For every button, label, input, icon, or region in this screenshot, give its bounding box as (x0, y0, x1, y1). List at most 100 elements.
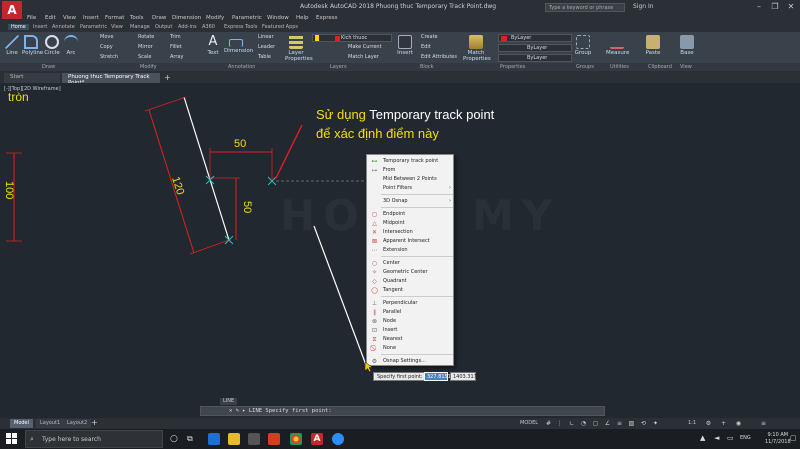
scale-button[interactable]: Scale (138, 54, 151, 60)
menu-item-none[interactable]: ⃠ None (367, 344, 455, 353)
panel-title-draw[interactable]: Draw (42, 64, 55, 70)
menu-draw[interactable]: Draw (152, 15, 166, 21)
tab-addins[interactable]: Add-ins (178, 24, 197, 30)
layout-tab-layout1[interactable]: Layout1 (36, 419, 65, 428)
selection-cycling-icon[interactable]: ⟲ (640, 420, 647, 427)
tab-annotate[interactable]: Annotate (52, 24, 75, 30)
volume-icon[interactable]: ◄ (714, 434, 719, 442)
settings-gear-icon[interactable]: ⚙ (705, 420, 712, 427)
panel-title-properties[interactable]: Properties (500, 64, 525, 70)
tab-current-drawing[interactable]: Phuong thuc Temporary Track Point* (62, 73, 160, 86)
tab-view[interactable]: View (111, 24, 123, 30)
close-icon[interactable]: ✕ (784, 1, 798, 12)
menu-help[interactable]: Help (296, 15, 309, 21)
menu-view[interactable]: View (63, 15, 76, 21)
menu-window[interactable]: Window (267, 15, 289, 21)
array-button[interactable]: Array (170, 54, 183, 60)
panel-title-clipboard[interactable]: Clipboard (648, 64, 672, 70)
command-line[interactable]: ✕ ✎ ▸ LINE Specify first point: (200, 406, 605, 416)
dynamic-input-y[interactable]: 1403.3179 (450, 372, 480, 381)
arc-button[interactable]: Arc (64, 35, 78, 56)
rotate-button[interactable]: Rotate (138, 34, 154, 40)
dimension-button[interactable]: Dimension (224, 35, 253, 54)
menu-item-parallel[interactable]: ∥ Parallel (367, 308, 455, 317)
menu-parametric[interactable]: Parametric (232, 15, 262, 21)
search-input[interactable]: Type a keyword or phrase (545, 3, 625, 12)
menu-dimension[interactable]: Dimension (172, 15, 201, 21)
taskbar-search-input[interactable]: ⌕ Type here to search (25, 430, 163, 448)
panel-title-annotation[interactable]: Annotation (228, 64, 255, 70)
battery-icon[interactable]: ▭ (727, 434, 734, 442)
autocad-taskbar-icon[interactable]: A (311, 433, 323, 445)
lineweight-dropdown[interactable]: ByLayer (498, 54, 572, 62)
linetype-dropdown[interactable]: ByLayer (498, 44, 572, 52)
tab-insert[interactable]: Insert (33, 24, 47, 30)
make-current-button[interactable]: Make Current (348, 44, 382, 50)
edit-block-button[interactable]: Edit (421, 44, 431, 50)
minimize-icon[interactable]: – (752, 1, 766, 12)
insert-block-button[interactable]: Insert (397, 35, 413, 56)
move-button[interactable]: Move (100, 34, 113, 40)
edit-attributes-button[interactable]: Edit Attributes (421, 54, 457, 60)
chrome-icon[interactable] (290, 433, 302, 445)
menu-item-point-filters[interactable]: Point Filters › (367, 184, 455, 193)
store-icon[interactable] (248, 433, 260, 445)
scale-display[interactable]: 1:1 (688, 420, 696, 426)
match-properties-button[interactable]: Match Properties (463, 35, 491, 62)
tab-start[interactable]: Start (4, 73, 60, 83)
menu-insert[interactable]: Insert (83, 15, 99, 21)
annotation-icon[interactable]: ✦ (652, 420, 659, 427)
linear-dropdown[interactable]: Linear (258, 34, 274, 40)
office-icon[interactable] (268, 433, 280, 445)
group-button[interactable]: Group (574, 35, 592, 56)
match-layer-button[interactable]: Match Layer (348, 54, 379, 60)
line-button[interactable]: Line (5, 35, 19, 56)
layout-tab-layout2[interactable]: Layout2 (63, 419, 92, 428)
menu-item-apparent-intersect[interactable]: ⊠ Apparent Intersect (367, 237, 455, 246)
menu-item-intersection[interactable]: ✕ Intersection (367, 228, 455, 237)
tab-output[interactable]: Output (155, 24, 172, 30)
mirror-button[interactable]: Mirror (138, 44, 153, 50)
menu-item-center[interactable]: ○ Center (367, 259, 455, 268)
menu-item-mid-between-2-points[interactable]: Mid Between 2 Points (367, 175, 455, 184)
menu-item-from[interactable]: ↦ From (367, 166, 455, 175)
menu-file[interactable]: File (27, 15, 36, 21)
base-view-button[interactable]: Base (680, 35, 694, 56)
panel-title-view[interactable]: View (680, 64, 692, 70)
panel-title-modify[interactable]: Modify (140, 64, 157, 70)
snap-icon[interactable]: ⋮ (556, 420, 563, 427)
menu-item-osnap-settings[interactable]: ⚙ Osnap Settings... (367, 357, 455, 366)
panel-title-block[interactable]: Block (420, 64, 434, 70)
stretch-button[interactable]: Stretch (100, 54, 118, 60)
leader-dropdown[interactable]: Leader (258, 44, 275, 50)
menu-express[interactable]: Express (316, 15, 337, 21)
panel-title-layers[interactable]: Layers (330, 64, 347, 70)
grid-icon[interactable]: # (545, 420, 552, 427)
notifications-icon[interactable]: ▢ (790, 434, 797, 442)
menu-tools[interactable]: Tools (130, 15, 144, 21)
ortho-icon[interactable]: ∟ (568, 420, 575, 427)
polar-icon[interactable]: ◔ (580, 420, 587, 427)
tab-parametric[interactable]: Parametric (80, 24, 107, 30)
create-block-button[interactable]: Create (421, 34, 438, 40)
lineweight-icon[interactable]: ≡ (616, 420, 623, 427)
menu-item-nearest[interactable]: ⧖ Nearest (367, 335, 455, 344)
plus-icon[interactable]: + (720, 420, 727, 427)
menu-item-geometric-center[interactable]: ✧ Geometric Center (367, 268, 455, 277)
color-dropdown[interactable]: ByLayer (498, 34, 572, 42)
cortana-icon[interactable]: ○ (170, 434, 178, 444)
workspace-icon[interactable]: ◉ (735, 420, 742, 427)
dynamic-input-x[interactable]: 327.8151 (424, 372, 451, 381)
menu-item-quadrant[interactable]: ◇ Quadrant (367, 277, 455, 286)
table-button[interactable]: Table (258, 54, 271, 60)
paste-button[interactable]: Paste (645, 35, 661, 56)
edge-icon[interactable] (208, 433, 220, 445)
layer-dropdown[interactable]: Kich thuoc (312, 34, 392, 42)
model-space-toggle[interactable]: MODEL (520, 420, 538, 426)
measure-button[interactable]: Measure (606, 35, 629, 56)
clock[interactable]: 9:10 AM 11/7/2018 (765, 432, 791, 446)
new-tab-icon[interactable]: + (164, 73, 171, 82)
fillet-button[interactable]: Fillet (170, 44, 182, 50)
autocad-logo-icon[interactable]: A (2, 1, 22, 19)
transparency-icon[interactable]: ▧ (628, 420, 635, 427)
